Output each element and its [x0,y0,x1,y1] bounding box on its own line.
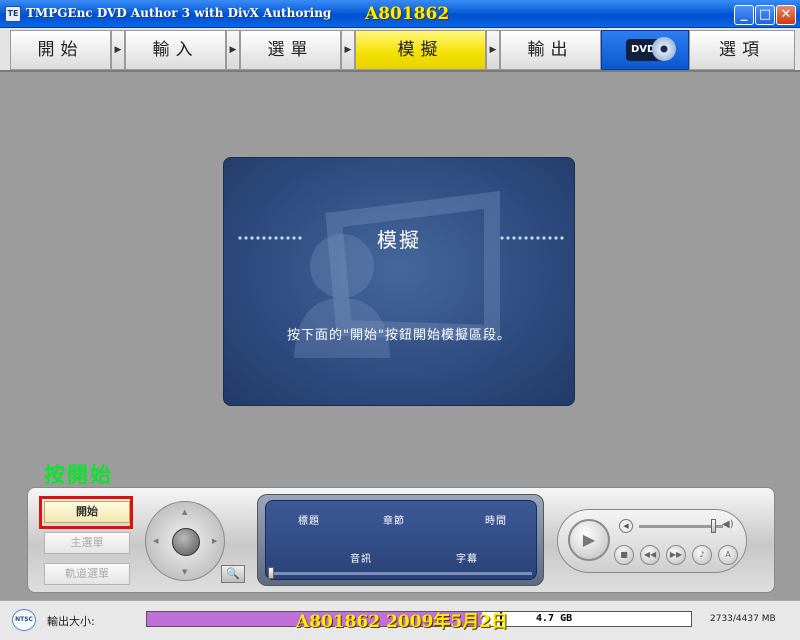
app-icon[interactable]: TE [5,6,21,22]
window-title: TMPGEnc DVD Author 3 with DivX Authoring [26,6,332,20]
step-tab-bar: 開始 ▶ 輸入 ▶ 選單 ▶ 模擬 ▶ 輸出 DVD 選項 [0,28,800,72]
angle-button[interactable]: A [718,545,738,565]
tab-input[interactable]: 輸入 [125,30,226,70]
dpad-down-icon[interactable]: ▼ [182,568,187,576]
dpad-up-icon[interactable]: ▲ [182,508,187,516]
stop-button[interactable]: ■ [614,545,634,565]
tab-options[interactable]: 選項 [689,30,795,70]
tab-arrow-icon: ▶ [341,30,355,70]
tab-menu[interactable]: 選單 [240,30,341,70]
seek-handle[interactable] [268,567,274,579]
minimize-button[interactable]: _ [734,5,754,25]
title-bar[interactable]: TE TMPGEnc DVD Author 3 with DivX Author… [0,0,800,28]
title-info-label: 標題 [298,516,320,527]
tab-output[interactable]: 輸出 [500,30,601,70]
tab-start[interactable]: 開始 [10,30,111,70]
tab-arrow-icon: ▶ [486,30,500,70]
zoom-icon[interactable]: 🔍 [221,565,245,583]
volume-high-icon: ◀) [722,519,734,530]
maximize-button[interactable]: □ [755,5,775,25]
tab-arrow-icon: ▶ [226,30,240,70]
play-button[interactable]: ▶ [568,519,610,561]
dvd-logo-icon: DVD [626,37,676,61]
volume-handle[interactable] [710,519,716,533]
app-window: TE TMPGEnc DVD Author 3 with DivX Author… [0,0,800,640]
dpad-enter-button[interactable] [172,528,200,556]
subtitle-info-label: 字幕 [456,554,478,565]
time-info-label: 時間 [485,516,507,527]
seek-bar[interactable] [270,572,532,575]
simulation-preview: 模擬 按下面的"開始"按鈕開始模擬區段。 [223,157,575,406]
ntsc-icon[interactable]: NTSC [12,609,36,631]
watermark-top: A801862 [365,4,450,24]
tab-simulate[interactable]: 模擬 [355,30,486,70]
volume-low-icon: ◀ [619,519,633,533]
dvd-logo-tab[interactable]: DVD [601,30,689,70]
audio-track-button[interactable]: ♪ [692,545,712,565]
direction-pad[interactable]: ▲ ▼ ◀ ▶ [145,501,225,581]
dpad-right-icon[interactable]: ▶ [212,537,217,545]
output-size-label: 輸出大小: [47,615,95,628]
title-menu-button[interactable]: 軌道選單 [44,563,130,585]
fast-forward-button[interactable]: ▶▶ [666,545,686,565]
disc-capacity-label: 4.7 GB [536,613,573,624]
monitor-person-icon [238,190,564,358]
chapter-info-label: 章節 [383,516,405,527]
dpad-left-icon[interactable]: ◀ [153,537,158,545]
rewind-button[interactable]: ◀◀ [640,545,660,565]
annotation-text: 按開始 [44,462,113,487]
size-readout: 2733/4437 MB [710,614,776,624]
preview-message: 按下面的"開始"按鈕開始模擬區段。 [287,328,511,343]
watermark-bottom: A801862 2009年5月2日 [296,612,509,632]
close-button[interactable]: ✕ [776,5,796,25]
highlight-box [39,496,133,529]
preview-title: 模擬 [377,228,421,252]
audio-info-label: 音訊 [350,554,372,565]
tab-arrow-icon: ▶ [111,30,125,70]
main-menu-button[interactable]: 主選單 [44,532,130,554]
disc-icon [652,37,676,61]
